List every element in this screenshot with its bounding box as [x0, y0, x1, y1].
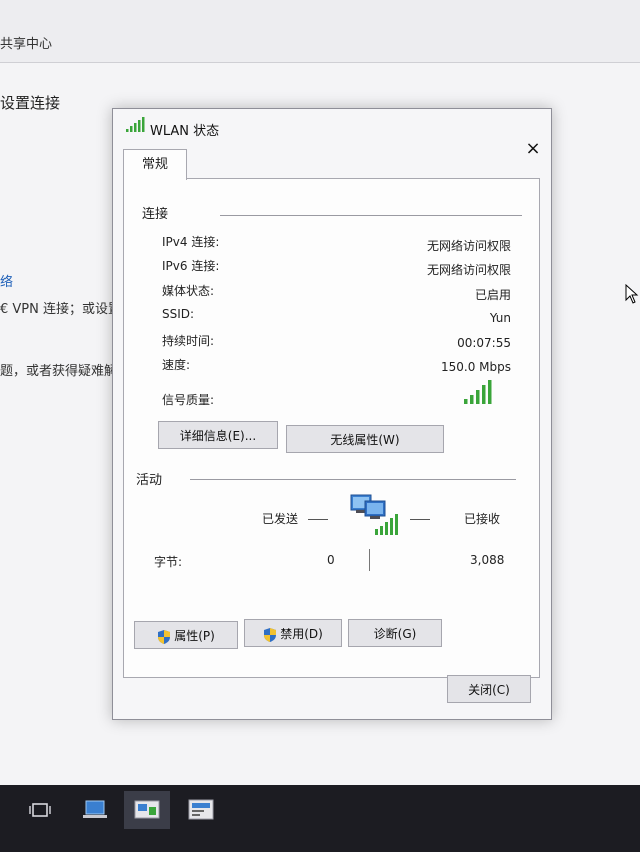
background-text-line: 题，或者获得疑难解: [0, 364, 118, 379]
taskbar-network-app[interactable]: [74, 791, 120, 829]
diagnose-button[interactable]: 诊断(G): [348, 619, 442, 647]
activity-section-title: 活动: [136, 473, 163, 488]
network-center-icon: [134, 800, 160, 819]
section-divider: [190, 479, 516, 480]
ssid-label: SSID:: [162, 307, 195, 321]
details-button[interactable]: 详细信息(E)...: [158, 421, 278, 449]
task-view-button[interactable]: [18, 791, 64, 829]
ipv6-value: 无网络访问权限: [426, 263, 511, 277]
speed-value: 150.0 Mbps: [440, 360, 511, 374]
wlan-status-icon: [188, 799, 214, 820]
disable-button-label: 禁用(D): [280, 627, 323, 641]
properties-button-label: 属性(P): [174, 629, 215, 643]
background-titlebar: 共享中心: [0, 0, 640, 63]
section-divider: [220, 215, 522, 216]
taskbar-network-center[interactable]: [124, 791, 170, 829]
background-link[interactable]: 络: [0, 271, 13, 290]
tab-panel-general: 连接 IPv4 连接: 无网络访问权限 IPv6 连接: 无网络访问权限 媒体状…: [123, 178, 540, 678]
shield-icon: [264, 627, 277, 642]
ipv4-value: 无网络访问权限: [426, 239, 511, 253]
shield-icon: [158, 629, 171, 644]
background-window-title: 共享中心: [0, 37, 53, 52]
disable-button[interactable]: 禁用(D): [244, 619, 342, 647]
close-button[interactable]: ×: [521, 137, 545, 161]
background-heading: 设置连接: [0, 94, 61, 112]
duration-value: 00:07:55: [457, 336, 511, 350]
bytes-received-value: 3,088: [470, 553, 505, 567]
taskbar: [0, 785, 640, 852]
media-state-value: 已启用: [474, 288, 511, 302]
task-view-icon: [29, 803, 51, 817]
properties-button[interactable]: 属性(P): [134, 621, 238, 649]
bytes-sent-value: 0: [327, 553, 335, 567]
signal-quality-label: 信号质量:: [162, 393, 215, 407]
bytes-label: 字节:: [154, 555, 183, 569]
wifi-signal-icon: [126, 117, 145, 132]
network-adapter-icon: [350, 494, 398, 535]
activity-divider: [369, 549, 370, 571]
wlan-status-dialog: WLAN 状态 × 常规 连接 IPv4 连接: 无网络访问权限 IPv6 连接…: [112, 108, 552, 720]
ipv4-label: IPv4 连接:: [162, 235, 220, 249]
wireless-properties-button[interactable]: 无线属性(W): [286, 425, 444, 453]
sent-label: 已发送: [262, 512, 299, 526]
sent-dash: [308, 519, 328, 520]
tab-general[interactable]: 常规: [123, 149, 187, 180]
ssid-value: Yun: [489, 311, 511, 325]
ipv6-label: IPv6 连接:: [162, 259, 220, 273]
received-dash: [410, 519, 430, 520]
network-app-icon: [83, 800, 107, 818]
signal-quality-icon: [464, 380, 492, 404]
received-label: 已接收: [464, 512, 501, 526]
mouse-cursor-icon: [625, 284, 639, 304]
dialog-titlebar[interactable]: WLAN 状态: [113, 109, 551, 147]
connection-section-title: 连接: [142, 207, 169, 222]
dialog-title: WLAN 状态: [150, 124, 220, 139]
close-dialog-button[interactable]: 关闭(C): [447, 675, 531, 703]
background-text-line: € VPN 连接；或设置: [0, 302, 121, 317]
media-state-label: 媒体状态:: [162, 284, 215, 298]
speed-label: 速度:: [162, 358, 191, 372]
taskbar-wlan-status[interactable]: [178, 791, 224, 829]
duration-label: 持续时间:: [162, 334, 215, 348]
